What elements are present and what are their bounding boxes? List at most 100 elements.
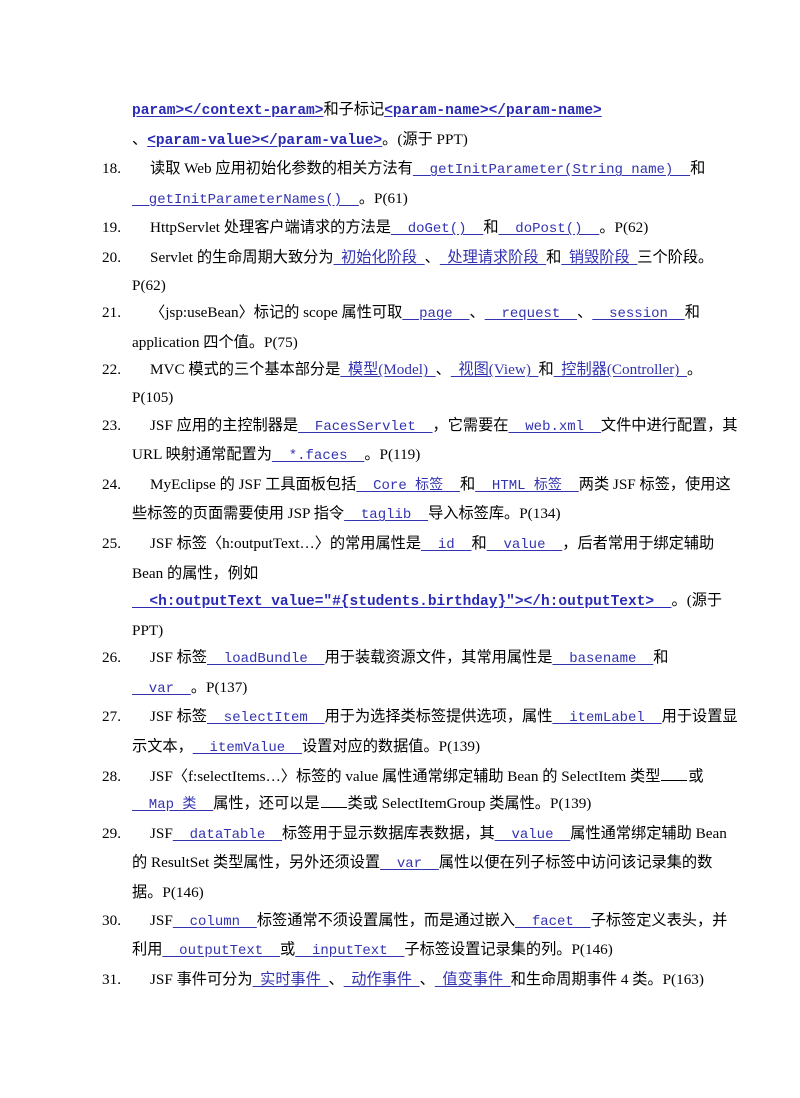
continuation-paragraph: param></context-param>和子标记<param-name></… (62, 96, 738, 155)
list-item-number: 18. (102, 160, 121, 178)
answer-blank-filled[interactable]: selectItem (207, 710, 325, 726)
answer-blank-filled-bold[interactable]: <h:outputText value="#{students.birthday… (132, 594, 672, 610)
answer-blank-filled[interactable]: getInitParameter(String name) (413, 162, 690, 178)
item-text: 、 (328, 970, 344, 988)
item-text: 、 (424, 248, 440, 266)
item-text: Servlet 的生命周期大致分为 (150, 248, 334, 266)
answer-blank-filled[interactable]: web.xml (508, 419, 600, 435)
item-text: MyEclipse 的 JSF 工具面板包括 (150, 475, 357, 493)
item-text: JSF〈f:selectItems…〉标签的 value 属性通常绑定辅助 Be… (150, 767, 661, 785)
answer-blank-filled[interactable]: var (380, 856, 439, 872)
item-text: 标签用于显示数据库表数据，其 (282, 824, 495, 842)
item-text: 和 (538, 361, 554, 379)
item-text: 、 (469, 304, 485, 322)
list-item: 18. 读取 Web 应用初始化参数的相关方法有 getInitParameter… (62, 155, 738, 214)
answer-blank-filled[interactable]: Map 类 (132, 797, 213, 813)
answer-blank-filled[interactable]: session (592, 306, 684, 322)
list-item: 26. JSF 标签 loadBundle 用于装载资源文件，其常用属性是 bas… (62, 644, 738, 703)
list-item: 20. Servlet 的生命周期大致分为 初始化阶段 、 处理请求阶段 和 销毁… (62, 244, 738, 299)
item-text: HttpServlet 处理客户端请求的方法是 (150, 219, 391, 237)
list-item-number: 30. (102, 911, 121, 929)
answer-blank-filled[interactable]: var (132, 681, 191, 697)
item-text: 和 (459, 475, 476, 493)
item-text: 、 (577, 304, 593, 322)
list-item-number: 22. (102, 361, 121, 379)
answer-blank-filled[interactable]: inputText (295, 943, 404, 959)
answer-blank-filled[interactable]: loadBundle (207, 651, 325, 667)
answer-blank-filled[interactable]: outputText (162, 943, 280, 959)
answer-blank-filled[interactable]: 处理请求阶段 (440, 249, 546, 266)
list-item-number: 25. (102, 534, 121, 552)
answer-blank-filled[interactable]: 初始化阶段 (334, 249, 425, 266)
item-text: 类或 SelectItemGroup 类属性。P(139) (347, 795, 592, 813)
answer-blank-filled[interactable]: getInitParameterNames() (132, 192, 359, 208)
answer-blank-filled[interactable]: basename (552, 651, 653, 667)
item-text: 。P(62) (599, 219, 649, 237)
answer-blank-filled[interactable]: 动作事件 (344, 971, 420, 988)
numbered-item-list: 18. 读取 Web 应用初始化参数的相关方法有 getInitParameter… (62, 155, 738, 993)
item-text: 和 (546, 248, 562, 266)
list-item: 25. JSF 标签〈h:outputText…〉的常用属性是 id 和 valu… (62, 530, 738, 644)
list-item: 19. HttpServlet 处理客户端请求的方法是 doGet() 和 doP… (62, 214, 738, 244)
list-item: 24. MyEclipse 的 JSF 工具面板包括 Core 标签 和 HTML… (62, 471, 738, 530)
list-item-number: 29. (102, 824, 121, 842)
answer-blank-filled[interactable]: doPost() (499, 221, 600, 237)
answer-blank-filled[interactable]: itemValue (193, 740, 302, 756)
answer-blank-filled[interactable]: 值变事件 (435, 971, 511, 988)
item-text: 用于装载资源文件，其常用属性是 (324, 649, 553, 667)
answer-blank-filled[interactable]: facet (515, 914, 591, 930)
document-body: param></context-param>和子标记<param-name></… (62, 96, 738, 993)
answer-blank-filled[interactable]: request (485, 306, 577, 322)
answer-blank-filled[interactable]: FacesServlet (298, 419, 432, 435)
list-item-number: 24. (102, 475, 121, 493)
answer-blank-filled[interactable]: itemLabel (552, 710, 661, 726)
answer-blank-filled[interactable]: 控制器(Controller) (554, 361, 687, 378)
list-item: 30. JSF column 标签通常不须设置属性，而是通过嵌入 facet 子标… (62, 907, 738, 966)
continuation-separator: 、 (132, 130, 148, 148)
item-text: 〈jsp:useBean〉标记的 scope 属性可取 (150, 304, 403, 322)
item-text: 和 (471, 534, 487, 552)
item-text: 。P(119) (364, 446, 421, 464)
list-item: 22. MVC 模式的三个基本部分是 模型(Model) 、 视图(View) 和… (62, 356, 738, 411)
answer-blank-filled[interactable]: column (173, 914, 257, 930)
answer-blank-filled[interactable]: taglib (344, 507, 428, 523)
list-item: 29. JSF dataTable 标签用于显示数据库表数据，其 value 属性… (62, 820, 738, 907)
item-text: 、 (419, 970, 435, 988)
answer-blank-filled[interactable]: page (402, 306, 469, 322)
item-text: 或 (280, 941, 296, 959)
empty-answer-blank[interactable] (661, 766, 688, 781)
continuation-text-1: 和子标记 (323, 101, 385, 118)
item-text: MVC 模式的三个基本部分是 (150, 361, 341, 379)
item-text: 属性，还可以是 (213, 795, 320, 813)
answer-blank-filled[interactable]: 销毁阶段 (561, 249, 637, 266)
list-item-number: 26. (102, 649, 121, 667)
answer-blank-filled[interactable]: *.faces (272, 448, 364, 464)
answer-blank-filled[interactable]: 实时事件 (253, 971, 329, 988)
continuation-answer-1: param></context-param> (132, 103, 324, 119)
list-item-number: 31. (102, 970, 121, 988)
list-item: 21. 〈jsp:useBean〉标记的 scope 属性可取 page 、 re… (62, 299, 738, 356)
answer-blank-filled[interactable]: value (495, 827, 571, 843)
item-text: 子标签设置记录集的列。P(146) (404, 941, 613, 959)
document-page: param></context-param>和子标记<param-name></… (0, 0, 800, 1098)
answer-blank-filled[interactable]: HTML 标签 (475, 478, 579, 494)
answer-blank-filled[interactable]: doGet() (391, 221, 483, 237)
answer-blank-filled[interactable]: Core 标签 (356, 478, 460, 494)
answer-blank-filled[interactable]: 模型(Model) (340, 361, 435, 378)
answer-blank-filled[interactable]: dataTable (173, 827, 282, 843)
list-item: 23. JSF 应用的主控制器是 FacesServlet ，它需要在 web.x… (62, 412, 738, 471)
item-text: 导入标签库。P(134) (428, 505, 561, 523)
list-item-number: 21. (102, 304, 121, 322)
answer-blank-filled[interactable]: value (487, 537, 563, 553)
empty-answer-blank[interactable] (320, 793, 347, 809)
list-item-number: 23. (102, 416, 121, 434)
answer-blank-filled[interactable]: id (421, 537, 471, 553)
answer-blank-filled[interactable]: 视图(View) (451, 361, 539, 378)
item-text: JSF (150, 824, 173, 842)
item-text: JSF 标签 (150, 649, 207, 667)
list-item: 28. JSF〈f:selectItems…〉标签的 value 属性通常绑定辅助… (62, 763, 738, 820)
item-text: JSF 标签〈h:outputText…〉的常用属性是 (150, 534, 422, 552)
item-text: JSF (150, 911, 173, 929)
item-text: JSF 事件可分为 (150, 970, 253, 988)
item-text: 标签通常不须设置属性，而是通过嵌入 (256, 911, 516, 929)
